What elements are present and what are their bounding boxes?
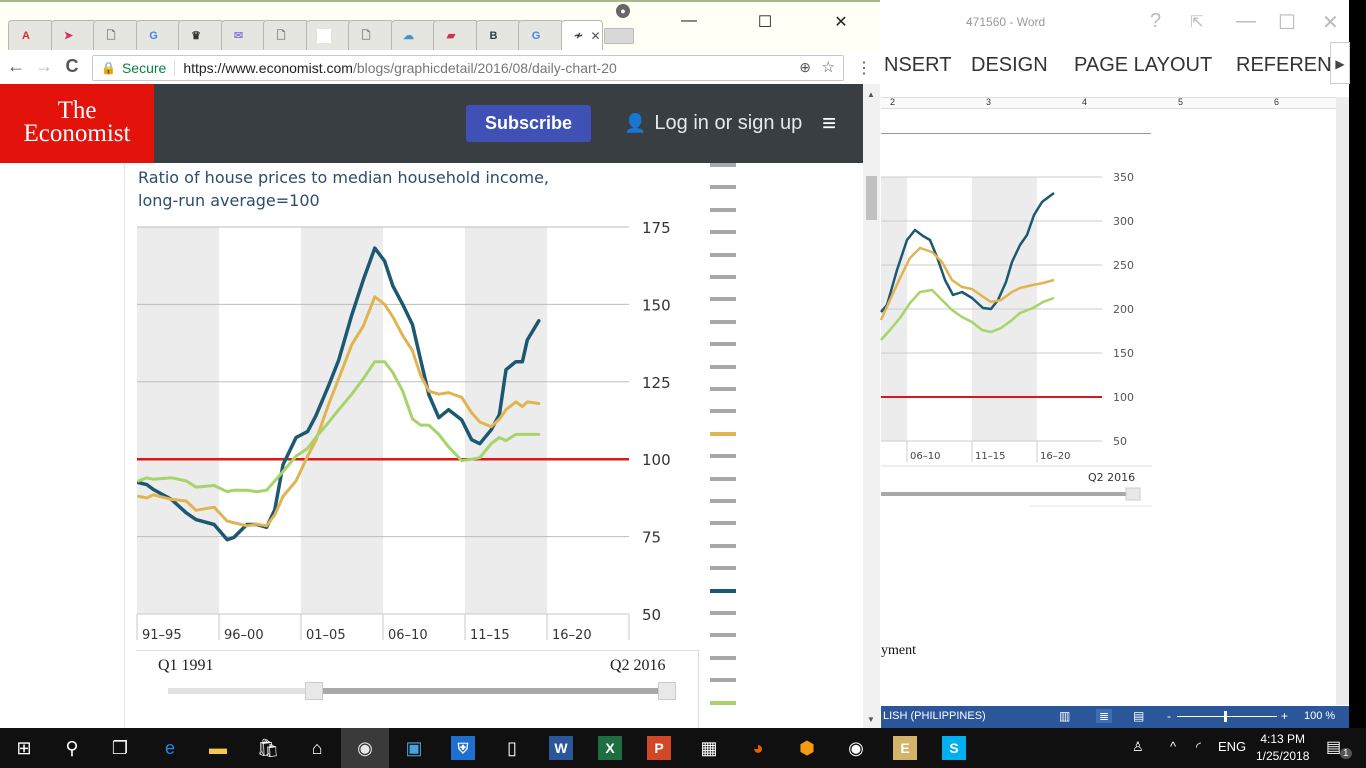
taskbar-skype-icon[interactable]: S (942, 736, 966, 760)
taskbar-search-icon[interactable]: ⚲ (60, 736, 84, 760)
taskbar-excel-icon[interactable]: X (598, 736, 622, 760)
taskbar-store-icon[interactable]: 🛍 (256, 736, 280, 760)
taskbar-defender-icon[interactable]: ⛨ (451, 736, 475, 760)
notification-count-badge[interactable]: 1 (1340, 748, 1352, 759)
taskbar-eye-app-icon[interactable]: ◉ (844, 736, 868, 760)
y-tick-label: 300 (1113, 215, 1134, 228)
taskbar-word-icon[interactable]: W (549, 736, 573, 760)
taskbar-powerpoint-icon[interactable]: P (647, 736, 671, 760)
y-tick-label: 150 (1113, 347, 1134, 360)
taskbar-chrome-icon[interactable]: ◉ (341, 728, 389, 768)
zoom-slider-thumb[interactable] (1224, 711, 1227, 722)
taskbar: ⊞ ⚲ ❐ e ▬ 🛍 ⌂ ◉ ▣ ⛨ ▯ W X P ▦ ◕ ⬢ ◉ E S ♙ ^ ◜ ENG 4:13 PM 1/25/20… (0, 728, 1366, 768)
y-tick-label: 200 (1113, 303, 1134, 316)
print-layout-icon[interactable]: ≣ (1096, 709, 1113, 723)
clock[interactable]: 4:13 PM 1/25/2018 (1256, 731, 1309, 765)
read-mode-icon[interactable]: ▥ (1059, 709, 1070, 723)
document-text[interactable]: yment (881, 643, 916, 659)
taskbar-calculator-icon[interactable]: ▦ (697, 736, 721, 760)
zoom-in-icon[interactable]: + (1281, 709, 1288, 723)
taskbar-edge-icon[interactable]: e (158, 736, 182, 760)
taskbar-e-app-icon[interactable]: E (893, 736, 917, 760)
taskbar-sketch-app-icon[interactable]: ⬢ (795, 736, 819, 760)
taskbar-home-icon[interactable]: ⌂ (305, 736, 329, 760)
y-tick-label: 250 (1113, 259, 1134, 272)
taskbar-file-explorer-icon[interactable]: ▬ (206, 736, 230, 760)
range-end-label: Q2 2016 (1088, 471, 1135, 484)
y-tick-label: 50 (1113, 435, 1127, 448)
zoom-percent[interactable]: 100 % (1304, 710, 1335, 722)
desktop: A ➤ 🗋 G ♛ ✉ 🗋 🗋 ☁ ▰ B G ≁ ✕ ● — ☐ ✕ ← → C 🔒 Secure ht… (0, 0, 1366, 768)
range-slider-end-handle[interactable] (1125, 487, 1141, 501)
taskbar-notepad-icon[interactable]: ▯ (500, 736, 524, 760)
x-tick-label: 11–15 (975, 451, 1005, 462)
y-tick-label: 350 (1113, 171, 1134, 184)
wifi-icon[interactable]: ◜ (1196, 739, 1201, 755)
language-indicator[interactable]: LISH (PHILIPPINES) (883, 710, 986, 722)
zoom-slider[interactable] (1177, 716, 1277, 717)
clock-date: 1/25/2018 (1256, 749, 1310, 763)
x-tick-label: 06–10 (910, 451, 940, 462)
web-layout-icon[interactable]: ▤ (1133, 709, 1144, 723)
taskbar-remote-desktop-icon[interactable]: ▣ (402, 736, 426, 760)
y-tick-label: 100 (1113, 391, 1134, 404)
x-tick-label: 16–20 (1040, 451, 1070, 462)
clock-time: 4:13 PM (1260, 732, 1306, 746)
show-hidden-icons-chevron[interactable]: ^ (1170, 739, 1176, 754)
embedded-chart: 50 100 150 200 250 300 350 06–10 11–15 16–20 Q2 20… (879, 171, 1152, 507)
taskbar-firefox-icon[interactable]: ◕ (746, 736, 770, 760)
people-icon[interactable]: ♙ (1132, 739, 1144, 755)
action-center-icon[interactable]: ▤ (1326, 737, 1341, 757)
taskbar-start-icon[interactable]: ⊞ (12, 736, 36, 760)
language-indicator[interactable]: ENG (1218, 739, 1246, 754)
taskbar-task-view-icon[interactable]: ❐ (108, 736, 132, 760)
zoom-out-icon[interactable]: - (1167, 709, 1171, 723)
word-status-bar: LISH (PHILIPPINES) ▥ ≣ ▤ - + 100 % (881, 706, 1349, 728)
